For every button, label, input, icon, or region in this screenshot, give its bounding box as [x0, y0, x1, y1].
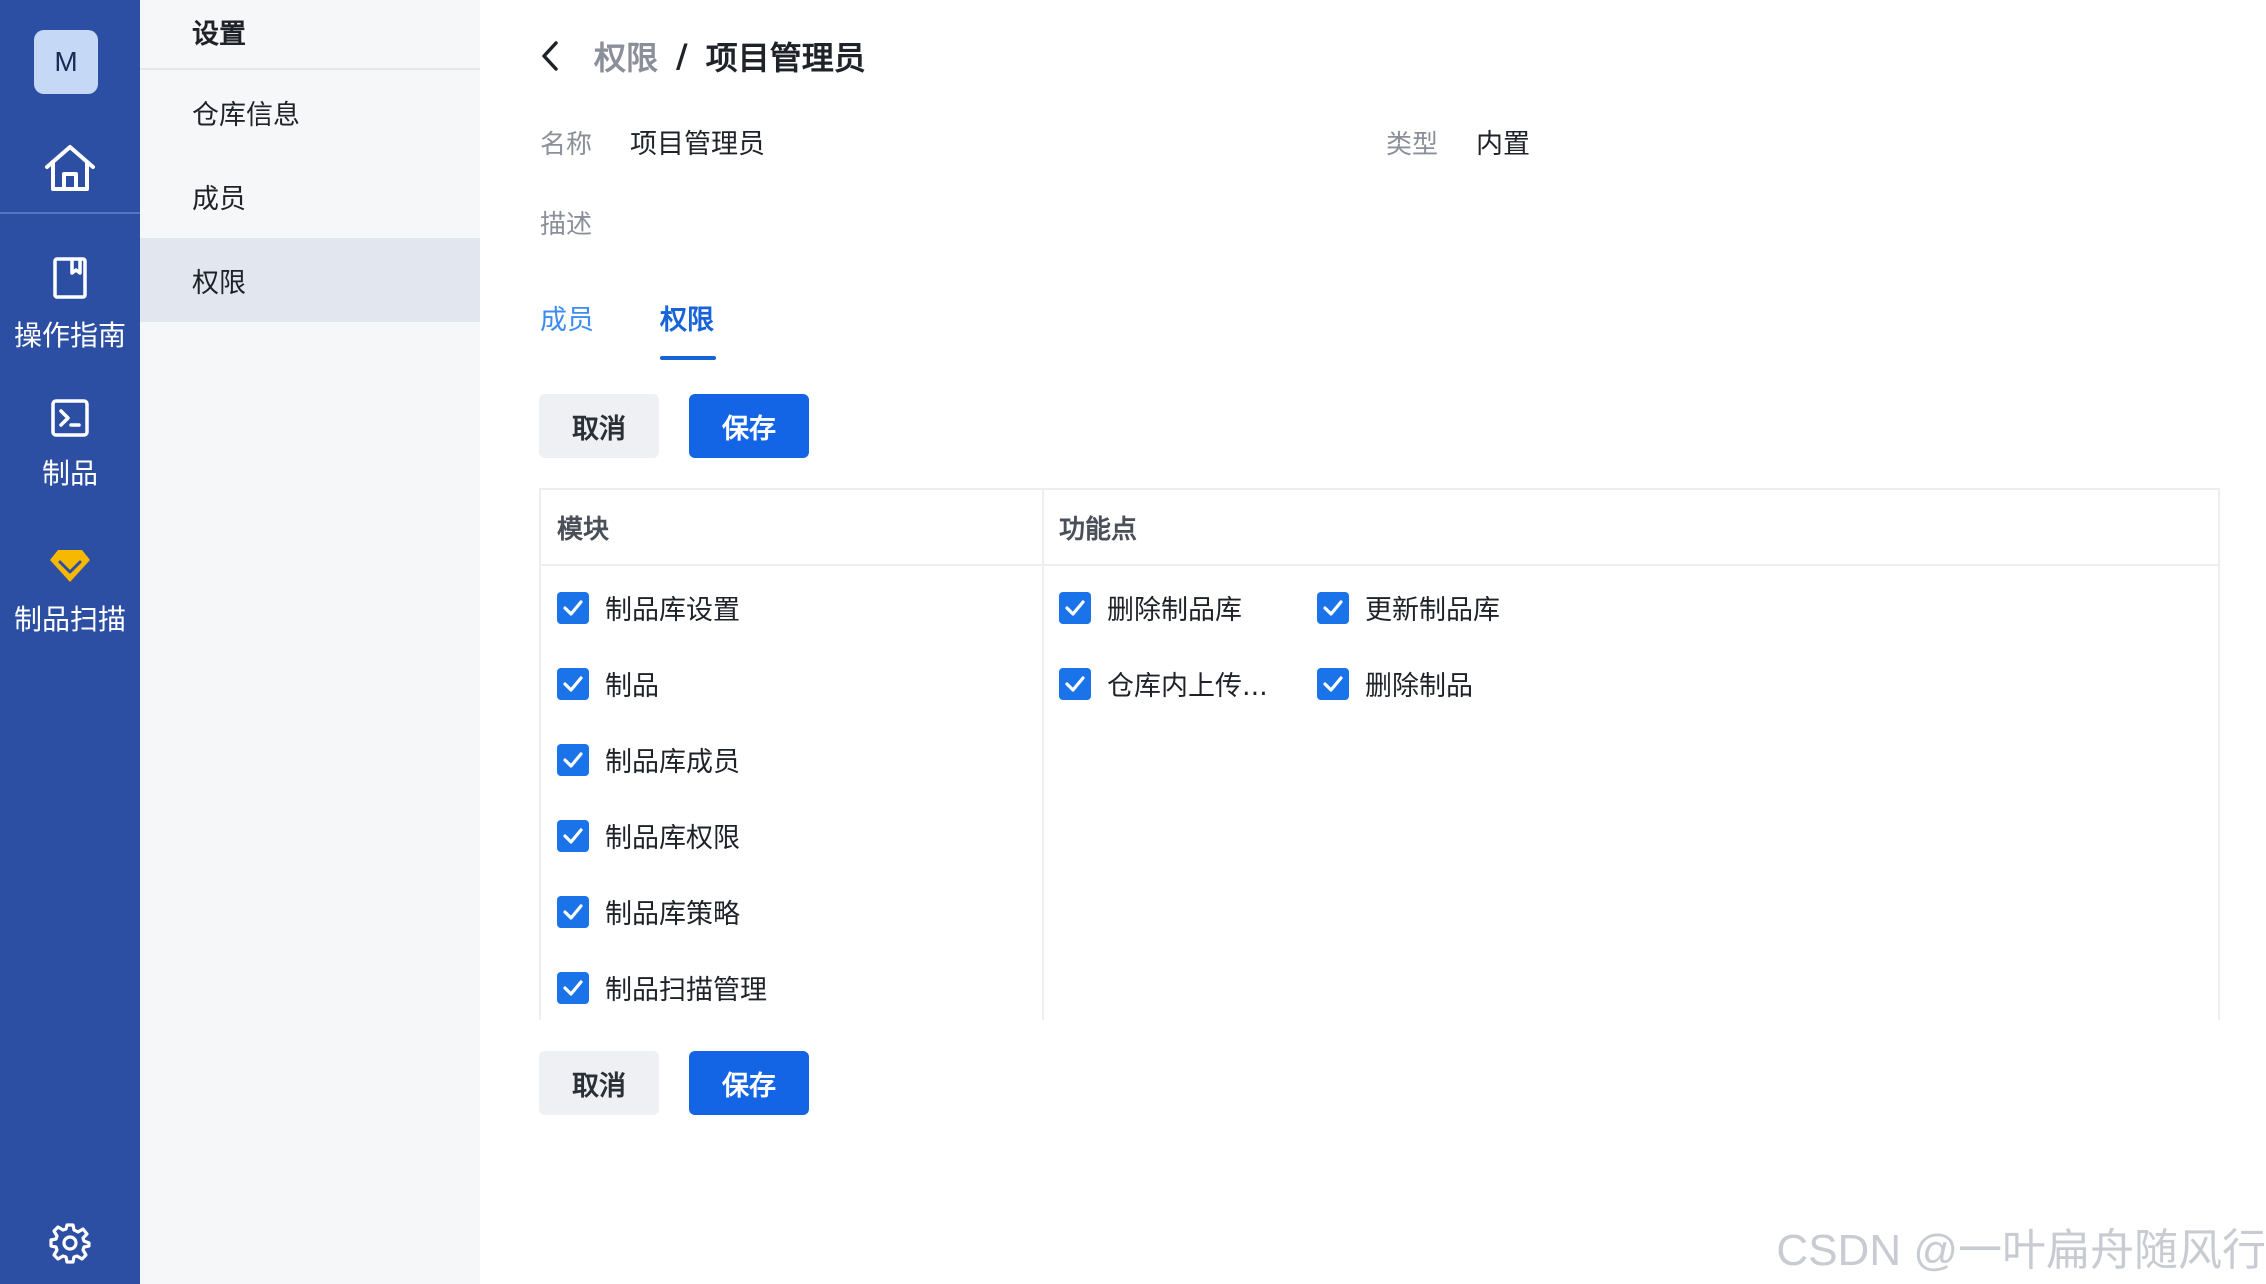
column-divider	[1042, 490, 1044, 1020]
feature-checkbox[interactable]: 删除制品	[1317, 664, 1473, 703]
checkbox-checked-icon	[1059, 667, 1091, 700]
type-value: 内置	[1476, 129, 1530, 160]
tab-permissions[interactable]: 权限	[660, 298, 714, 337]
terminal-icon	[50, 398, 90, 442]
feature-checkbox[interactable]: 更新制品库	[1317, 588, 1500, 627]
checkbox-checked-icon	[557, 971, 589, 1004]
module-label: 制品	[605, 671, 659, 702]
back-button[interactable]	[540, 36, 570, 76]
feature-label: 删除制品库	[1107, 595, 1242, 626]
checkbox-checked-icon	[1317, 667, 1349, 700]
bookmark-icon	[52, 256, 88, 304]
module-label: 制品库设置	[605, 595, 740, 626]
rail-item-label: 操作指南	[13, 319, 126, 352]
cancel-button-top[interactable]: 取消	[539, 394, 659, 458]
watermark: CSDN @一叶扁舟随风行	[1776, 1226, 2266, 1275]
column-header-features: 功能点	[1059, 514, 1138, 545]
save-button-top[interactable]: 保存	[689, 394, 809, 458]
feature-checkbox[interactable]: 删除制品库	[1059, 588, 1242, 627]
feature-label: 仓库内上传...	[1107, 671, 1268, 702]
checkbox-checked-icon	[557, 667, 589, 700]
checkbox-checked-icon	[557, 743, 589, 776]
checkbox-checked-icon	[557, 895, 589, 928]
module-label: 制品库成员	[605, 747, 740, 778]
module-checkbox[interactable]: 制品	[557, 664, 659, 703]
breadcrumb: 权限 / 项目管理员	[540, 32, 866, 80]
feature-label: 删除制品	[1365, 671, 1473, 702]
module-label: 制品库权限	[605, 823, 740, 854]
feature-label: 更新制品库	[1365, 595, 1500, 626]
checkbox-checked-icon	[557, 819, 589, 852]
module-checkbox[interactable]: 制品库权限	[557, 816, 740, 855]
submenu-item-members[interactable]: 成员	[140, 154, 480, 238]
page-title: 项目管理员	[705, 39, 866, 77]
module-checkbox[interactable]: 制品库设置	[557, 588, 740, 627]
checkbox-checked-icon	[557, 591, 589, 624]
rail-item-label: 制品	[41, 457, 98, 490]
module-label: 制品扫描管理	[605, 975, 767, 1006]
settings-button[interactable]	[0, 1222, 140, 1268]
settings-submenu: 设置 仓库信息 成员 权限	[140, 0, 480, 1284]
permissions-table: 模块 功能点 制品库设置 制品 制品库成员 制品库权限 制品库策略 制品扫描管理	[539, 488, 2220, 1020]
chevron-left-icon	[542, 41, 558, 71]
column-header-module: 模块	[557, 514, 610, 545]
main-content: 权限 / 项目管理员 名称 项目管理员 类型 内置 描述 成员 权限 取消 保存…	[480, 0, 2266, 1284]
description-label: 描述	[540, 210, 593, 240]
submenu-item-permissions[interactable]: 权限	[140, 238, 480, 322]
save-button-bottom[interactable]: 保存	[689, 1051, 809, 1115]
rail-item-guide[interactable]: 操作指南	[0, 256, 140, 354]
tab-members[interactable]: 成员	[540, 298, 594, 337]
submenu-item-repo-info[interactable]: 仓库信息	[140, 70, 480, 154]
checkbox-checked-icon	[1317, 591, 1349, 624]
cancel-button-bottom[interactable]: 取消	[539, 1051, 659, 1115]
module-checkbox[interactable]: 制品扫描管理	[557, 968, 767, 1007]
checkbox-checked-icon	[1059, 591, 1091, 624]
diamond-icon	[48, 548, 92, 588]
home-icon	[43, 143, 97, 197]
submenu-title: 设置	[192, 19, 246, 50]
breadcrumb-parent[interactable]: 权限	[594, 33, 658, 79]
rail-divider	[0, 212, 140, 214]
header-divider	[541, 564, 2218, 566]
nav-rail: M 操作指南 制品 制品扫描	[0, 0, 140, 1284]
module-checkbox[interactable]: 制品库策略	[557, 892, 740, 931]
rail-item-scan[interactable]: 制品扫描	[0, 548, 140, 638]
rail-item-label: 制品扫描	[13, 603, 126, 636]
gear-icon	[49, 1222, 91, 1268]
active-tab-indicator	[660, 356, 716, 360]
avatar[interactable]: M	[34, 30, 98, 94]
feature-checkbox[interactable]: 仓库内上传...	[1059, 664, 1268, 703]
breadcrumb-separator: /	[676, 37, 688, 75]
home-button[interactable]	[0, 128, 140, 212]
name-label: 名称	[540, 130, 593, 160]
module-label: 制品库策略	[605, 899, 740, 930]
rail-item-artifacts[interactable]: 制品	[0, 398, 140, 492]
module-checkbox[interactable]: 制品库成员	[557, 740, 740, 779]
type-label: 类型	[1386, 130, 1439, 160]
name-value: 项目管理员	[630, 129, 765, 160]
